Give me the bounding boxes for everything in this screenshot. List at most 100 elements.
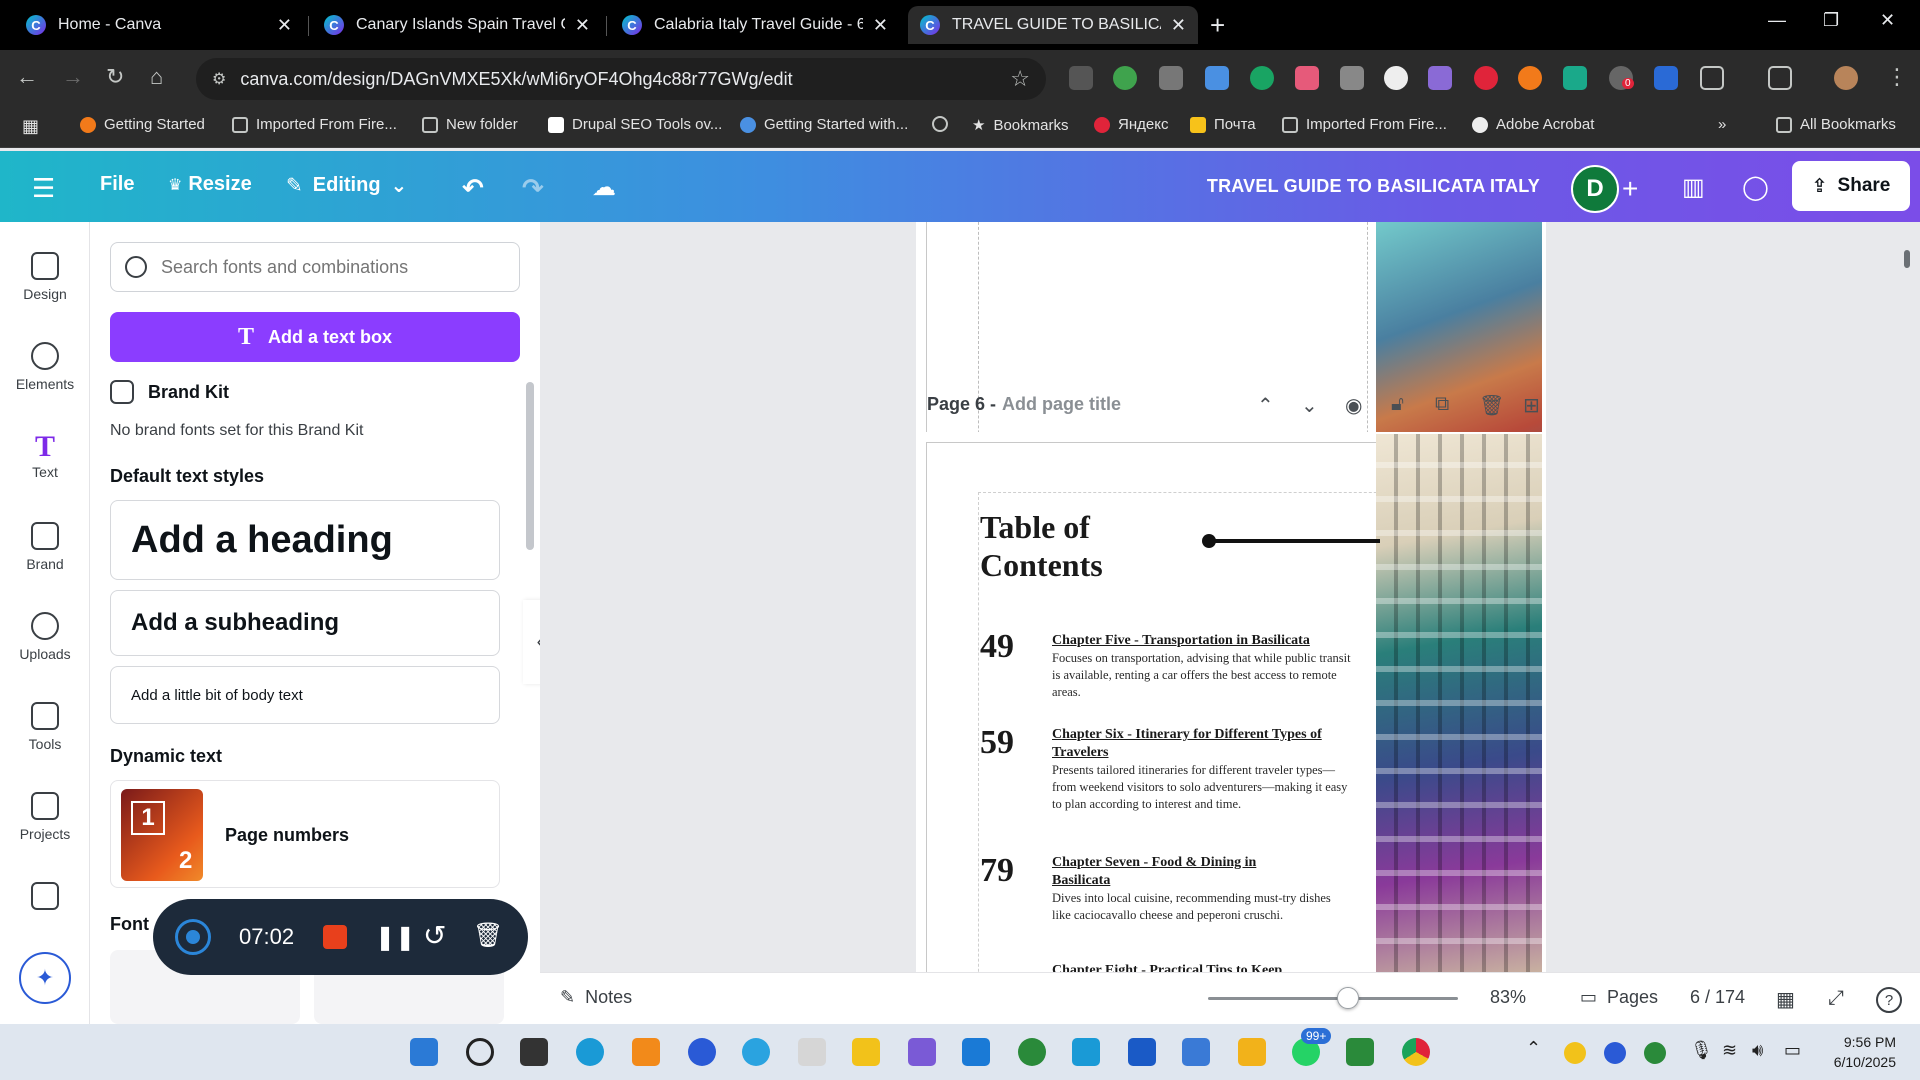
- toc-page-number[interactable]: 49: [980, 628, 1014, 666]
- search-icon[interactable]: [466, 1038, 494, 1066]
- redo-icon[interactable]: ↷: [522, 173, 544, 204]
- undo-icon[interactable]: ↶: [462, 173, 484, 204]
- share-button[interactable]: ⇪ Share: [1792, 161, 1910, 211]
- bookmark-item[interactable]: ★ Bookmarks: [972, 116, 1068, 135]
- bookmark-item[interactable]: Adobe Acrobat: [1472, 116, 1594, 133]
- app-icon[interactable]: [1346, 1038, 1374, 1066]
- app-icon[interactable]: [1238, 1038, 1266, 1066]
- comment-icon[interactable]: ◯: [1742, 173, 1769, 202]
- windows-start-icon[interactable]: [410, 1038, 438, 1066]
- task-view-icon[interactable]: [520, 1038, 548, 1066]
- all-bookmarks[interactable]: All Bookmarks: [1776, 116, 1896, 133]
- add-page-icon[interactable]: ⊞: [1523, 393, 1540, 418]
- fullscreen-icon[interactable]: ⤢: [1828, 987, 1844, 1010]
- extension-icon[interactable]: [1518, 66, 1542, 90]
- app-icon[interactable]: [1182, 1038, 1210, 1066]
- help-icon[interactable]: ?: [1876, 987, 1902, 1013]
- close-tab-icon[interactable]: ✕: [575, 15, 590, 36]
- design-canvas[interactable]: Page 6 - Add page title ⌃ ⌄ ◉ 🔓︎ ⧉ 🗑︎ ⊞ …: [540, 222, 1920, 1024]
- rail-tools[interactable]: Tools: [0, 702, 90, 752]
- panel-scrollbar[interactable]: [526, 382, 534, 550]
- back-icon[interactable]: ←: [16, 64, 38, 90]
- toc-chapter-title[interactable]: Chapter Seven - Food & Dining in Basilic…: [1052, 854, 1312, 890]
- bookmark-item[interactable]: Imported From Fire...: [232, 116, 397, 133]
- add-subheading-card[interactable]: Add a subheading: [110, 590, 500, 656]
- omnibox[interactable]: ⚙ canva.com/design/DAGnVMXE5Xk/wMi6ryOF4…: [196, 58, 1046, 100]
- stop-recording-button[interactable]: [323, 925, 347, 949]
- forward-icon[interactable]: →: [62, 64, 84, 90]
- extensions-puzzle-icon[interactable]: [1700, 66, 1724, 90]
- file-explorer-icon[interactable]: [852, 1038, 880, 1066]
- vlc-icon[interactable]: [632, 1038, 660, 1066]
- grid-view-icon[interactable]: ▦: [1776, 987, 1795, 1012]
- extension-icon[interactable]: [1295, 66, 1319, 90]
- toc-heading[interactable]: Table of Contents: [980, 508, 1180, 584]
- restore-icon[interactable]: ❐: [1823, 10, 1839, 31]
- tray-icon[interactable]: [1564, 1042, 1586, 1064]
- extension-icon[interactable]: [1474, 66, 1498, 90]
- extension-icon[interactable]: [1384, 66, 1408, 90]
- analytics-icon[interactable]: ▥: [1682, 173, 1705, 202]
- pause-recording-button[interactable]: ❚❚: [375, 923, 415, 952]
- search-input[interactable]: [161, 256, 481, 278]
- app-icon[interactable]: [688, 1038, 716, 1066]
- bookmarks-overflow-icon[interactable]: »: [1718, 116, 1726, 133]
- bookmark-item[interactable]: Яндекс: [1094, 116, 1168, 133]
- chevron-up-icon[interactable]: ⌃: [1257, 393, 1274, 418]
- app-icon[interactable]: [1018, 1038, 1046, 1066]
- tray-icon[interactable]: [1604, 1042, 1626, 1064]
- canvas-scrollbar[interactable]: [1904, 250, 1910, 268]
- extension-icon[interactable]: 0: [1609, 66, 1634, 90]
- extension-icon[interactable]: [1563, 66, 1587, 90]
- zoom-percent[interactable]: 83%: [1490, 987, 1526, 1008]
- add-heading-card[interactable]: Add a heading: [110, 500, 500, 580]
- bookmark-item[interactable]: New folder: [422, 116, 518, 133]
- toc-decorative-line[interactable]: [1208, 539, 1380, 543]
- restart-recording-button[interactable]: ↺: [423, 919, 446, 952]
- zoom-slider-knob[interactable]: [1337, 987, 1359, 1009]
- snipping-tool-icon[interactable]: [798, 1038, 826, 1066]
- chrome-icon[interactable]: [1402, 1038, 1430, 1066]
- delete-page-icon[interactable]: 🗑︎: [1479, 393, 1504, 418]
- rail-apps[interactable]: [0, 882, 90, 916]
- browser-menu-icon[interactable]: ⋮: [1886, 64, 1908, 90]
- duplicate-page-icon[interactable]: ⧉: [1435, 393, 1449, 416]
- tab-search-icon[interactable]: [1768, 66, 1792, 90]
- resize-button[interactable]: ♛ Resize: [168, 173, 252, 196]
- rail-uploads[interactable]: Uploads: [0, 612, 90, 662]
- rail-brand[interactable]: Brand: [0, 522, 90, 572]
- bookmark-item[interactable]: [932, 116, 956, 132]
- bookmark-item[interactable]: Getting Started: [80, 116, 205, 133]
- toc-chapter-title[interactable]: Chapter Six - Itinerary for Different Ty…: [1052, 726, 1372, 762]
- page-title-input[interactable]: Add page title: [1002, 394, 1121, 415]
- chevron-down-icon[interactable]: ⌄: [1301, 393, 1318, 418]
- tray-chevron-icon[interactable]: ⌃: [1526, 1038, 1541, 1059]
- bookmark-item[interactable]: Почта: [1190, 116, 1256, 133]
- browser-tab[interactable]: C Calabria Italy Travel Guide - 6.1 ✕: [610, 6, 900, 44]
- add-body-text-card[interactable]: Add a little bit of body text: [110, 666, 500, 724]
- close-tab-icon[interactable]: ✕: [277, 15, 292, 36]
- toc-chapter-title[interactable]: Chapter Five - Transportation in Basilic…: [1052, 632, 1372, 650]
- page-numbers-card[interactable]: 1 2 Page numbers: [110, 780, 500, 888]
- wifi-icon[interactable]: ≋: [1722, 1040, 1737, 1061]
- font-search[interactable]: [110, 242, 520, 292]
- camera-icon[interactable]: [1340, 66, 1364, 90]
- menu-hamburger-icon[interactable]: ☰: [32, 173, 55, 204]
- bookmark-item[interactable]: Drupal SEO Tools ov...: [548, 116, 722, 133]
- toc-page-number[interactable]: 79: [980, 852, 1014, 890]
- url-text[interactable]: canva.com/design/DAGnVMXE5Xk/wMi6ryOF4Oh…: [240, 69, 1010, 90]
- cloud-saved-icon[interactable]: ☁: [592, 173, 616, 202]
- file-menu-button[interactable]: File: [100, 173, 134, 196]
- tray-icon[interactable]: [1644, 1042, 1666, 1064]
- document-title[interactable]: TRAVEL GUIDE TO BASILICATA ITALY: [1207, 176, 1540, 197]
- user-avatar[interactable]: D: [1571, 165, 1619, 213]
- grammarly-icon[interactable]: [1250, 66, 1274, 90]
- zoom-slider[interactable]: [1208, 997, 1458, 1000]
- editing-mode-button[interactable]: ✎ Editing ⌄: [286, 173, 407, 198]
- lock-icon[interactable]: 🔓︎: [1391, 393, 1404, 416]
- extension-icon[interactable]: [1159, 66, 1183, 90]
- extension-icon[interactable]: [1654, 66, 1678, 90]
- hide-page-icon[interactable]: ◉: [1345, 393, 1362, 418]
- profile-avatar[interactable]: [1834, 66, 1858, 90]
- new-tab-icon[interactable]: +: [1210, 10, 1225, 41]
